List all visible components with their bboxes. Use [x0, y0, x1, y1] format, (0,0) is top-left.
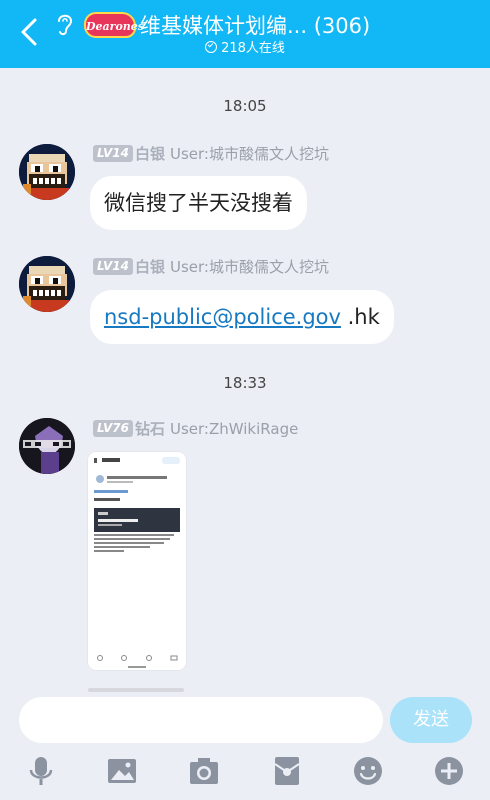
- red-packet-icon[interactable]: [270, 754, 304, 788]
- level-badge: LV14: [93, 145, 133, 162]
- sender-meta: LV14 白银 User:城市酸儒文人挖坑: [93, 143, 329, 165]
- sender-meta: LV76 钻石 User:ZhWikiRage: [93, 418, 298, 440]
- avatar[interactable]: [19, 256, 75, 312]
- group-name: 维基媒体计划编...: [140, 14, 308, 38]
- image-icon[interactable]: [105, 754, 139, 788]
- timestamp: 18:05: [223, 97, 267, 115]
- group-title[interactable]: 维基媒体计划编... (306): [140, 12, 370, 40]
- plus-icon[interactable]: [432, 754, 466, 788]
- rank-title: 白银: [134, 145, 165, 163]
- rank-title: 白银: [134, 258, 165, 276]
- sender-name[interactable]: User:城市酸儒文人挖坑: [170, 258, 329, 276]
- rank-title: 钻石: [134, 420, 165, 438]
- composer-bar: 发送: [0, 692, 490, 800]
- member-count: (306): [313, 14, 371, 38]
- level-badge: LV14: [93, 258, 133, 275]
- sender-meta: LV14 白银 User:城市酸儒文人挖坑: [93, 256, 329, 278]
- message-suffix: .hk: [340, 305, 380, 329]
- chat-header: Dearones 维基媒体计划编... (306) 218人在线: [0, 0, 490, 68]
- sender-name[interactable]: User:ZhWikiRage: [170, 420, 298, 438]
- image-attachment[interactable]: [88, 452, 186, 670]
- online-check-icon: [205, 41, 218, 53]
- camera-icon[interactable]: [187, 754, 221, 788]
- avatar[interactable]: [19, 418, 75, 474]
- pixel-character-avatar: [19, 256, 75, 312]
- avatar[interactable]: [19, 144, 75, 200]
- ear-icon[interactable]: [54, 10, 76, 38]
- group-logo: Dearones: [84, 12, 144, 38]
- email-link[interactable]: nsd-public@police.gov: [104, 305, 341, 329]
- message-bubble[interactable]: 微信搜了半天没搜着: [90, 176, 307, 230]
- phone-screenshot-thumbnail: [88, 452, 186, 670]
- pixel-character-avatar: [19, 144, 75, 200]
- emoji-icon[interactable]: [351, 754, 385, 788]
- send-button[interactable]: 发送: [390, 697, 472, 743]
- level-badge: LV76: [93, 420, 133, 437]
- online-count: 218人在线: [221, 41, 285, 56]
- message-bubble[interactable]: nsd-public@police.gov .hk: [90, 290, 394, 344]
- microphone-icon[interactable]: [24, 754, 58, 788]
- message-input[interactable]: [19, 697, 383, 743]
- anime-character-avatar: [19, 418, 75, 474]
- online-status: 218人在线: [0, 40, 490, 58]
- sender-name[interactable]: User:城市酸儒文人挖坑: [170, 145, 329, 163]
- timestamp: 18:33: [223, 374, 267, 392]
